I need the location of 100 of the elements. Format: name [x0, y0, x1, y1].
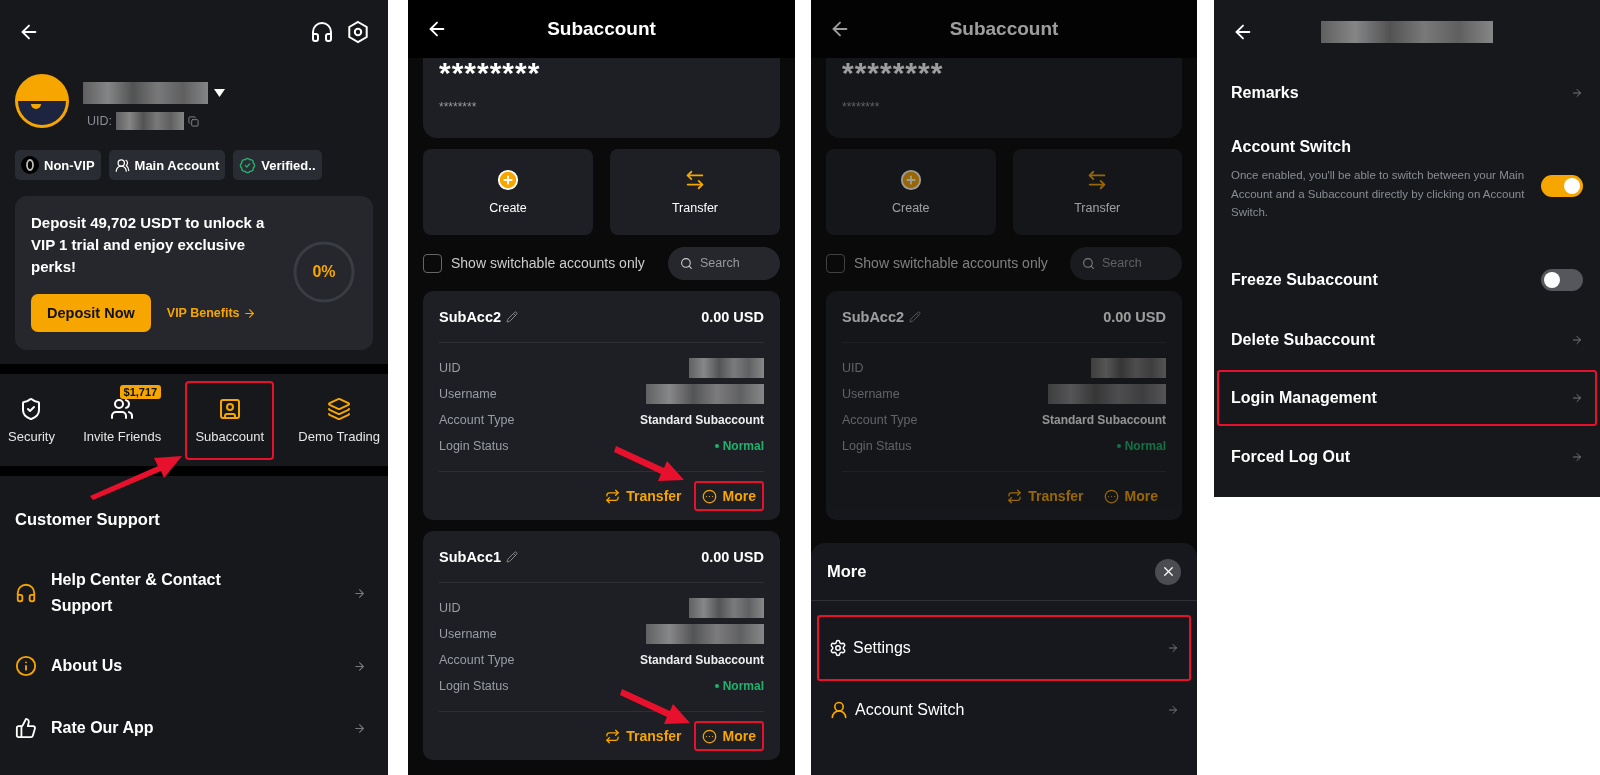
arrow-icon: [1571, 87, 1583, 99]
field-label: Username: [842, 387, 900, 401]
info-icon: [15, 655, 37, 677]
vip-level-icon: [21, 156, 39, 174]
swap-icon: [684, 169, 706, 191]
settings-button[interactable]: [346, 20, 370, 44]
field-label: UID: [439, 361, 461, 375]
sheet-title: More: [827, 562, 867, 581]
uid-label: UID:: [87, 114, 112, 128]
avatar: [15, 74, 69, 128]
sheet-menu-item[interactable]: Account Switch: [817, 681, 1191, 739]
toggle-switch[interactable]: [1541, 175, 1583, 197]
setting-label: Freeze Subaccount: [1231, 271, 1379, 289]
edit-icon[interactable]: [506, 310, 519, 323]
ellipsis-icon: [701, 488, 717, 504]
transfer-tile[interactable]: Transfer: [1012, 149, 1182, 235]
transfer-button[interactable]: Transfer: [999, 481, 1092, 511]
option-row[interactable]: Login Management: [1217, 370, 1597, 426]
create-tile[interactable]: Create: [826, 149, 996, 235]
setting-description: Once enabled, you'll be able to switch between your Main Account and a Subaccount directly by clicking on Account Switch.: [1231, 168, 1526, 220]
option-row[interactable]: Forced Log Out: [1217, 426, 1597, 488]
vip-benefits-link[interactable]: VIP Benefits: [166, 306, 240, 320]
field-label: Account Type: [439, 653, 515, 667]
more-button[interactable]: More: [693, 481, 764, 511]
option-row[interactable]: Delete Subaccount: [1217, 310, 1597, 370]
account-name: SubAcc2: [842, 308, 905, 325]
more-button[interactable]: More: [1095, 481, 1166, 511]
setting-label: Account Switch: [1231, 138, 1352, 156]
arrow-icon: [242, 306, 256, 320]
arrow-icon: [1167, 642, 1179, 654]
caret-icon: [214, 89, 225, 97]
arrow-icon: [353, 721, 366, 735]
field-label: Account Type: [439, 413, 515, 427]
field-label: UID: [439, 601, 461, 615]
masked-balance: ********: [842, 58, 945, 88]
search-field[interactable]: Search: [668, 246, 780, 280]
account-balance: 0.00 USD: [701, 308, 764, 325]
checkbox[interactable]: [423, 253, 442, 273]
transfer-button[interactable]: Transfer: [597, 721, 690, 751]
plus-icon: [899, 169, 922, 191]
status-value: Normal: [722, 679, 764, 693]
edit-icon[interactable]: [506, 550, 519, 563]
arrow-icon: [1167, 704, 1179, 716]
close-button[interactable]: [1155, 558, 1181, 585]
vip-message: Deposit 49,702 USDT to unlock a VIP 1 trial and enjoy exclusive perks!: [31, 213, 266, 277]
menu-item[interactable]: About Us: [0, 635, 388, 697]
menu-item[interactable]: Rate Our App: [0, 697, 388, 759]
shortcut-item[interactable]: Security: [4, 380, 59, 460]
support-button[interactable]: [310, 20, 334, 44]
create-tile[interactable]: Create: [423, 149, 593, 235]
shortcut-item[interactable]: $1,717 Invite Friends: [79, 380, 166, 460]
shortcut-item[interactable]: Subaccount: [185, 380, 275, 460]
status-dot: [714, 684, 719, 688]
edit-icon[interactable]: [909, 310, 922, 323]
sheet-menu-item[interactable]: Settings: [817, 615, 1191, 681]
checkbox-label: Show switchable accounts only: [451, 255, 646, 271]
arrow-icon: [353, 659, 366, 673]
field-value: Standard Subaccount: [640, 413, 764, 427]
arrow-icon: [1571, 334, 1583, 346]
checkbox[interactable]: [826, 253, 845, 273]
swap-icon: [605, 488, 621, 504]
shortcut-item[interactable]: Demo Trading: [294, 380, 384, 460]
account-name: SubAcc1: [439, 548, 502, 565]
chip-label: Verified..: [261, 157, 316, 173]
thumbs-up-icon: [15, 717, 37, 739]
status-value: Normal: [1124, 439, 1166, 453]
menu-item[interactable]: Help Center & Contact Support: [0, 551, 388, 635]
plus-icon: [497, 169, 519, 191]
arrow-icon: [353, 586, 366, 600]
headset-icon: [15, 582, 37, 604]
copy-icon[interactable]: [188, 115, 199, 127]
users-icon: [114, 157, 130, 173]
field-label: Login Status: [439, 439, 509, 453]
field-label: Username: [439, 387, 497, 401]
screen-title: Subaccount: [949, 18, 1059, 40]
search-icon: [680, 256, 693, 270]
masked-balance: ********: [439, 58, 542, 88]
chip-label: Non-VIP: [44, 157, 95, 173]
more-button[interactable]: More: [693, 721, 764, 751]
progress-value: 0%: [312, 263, 336, 281]
status-value: Normal: [722, 439, 764, 453]
arrow-icon: [1571, 451, 1583, 463]
invite-friends-icon: [110, 396, 135, 421]
screen-title: Subaccount: [547, 18, 656, 40]
arrow-icon: [1571, 392, 1583, 404]
subaccount-icon: [217, 396, 242, 421]
transfer-tile[interactable]: Transfer: [610, 149, 780, 235]
field-label: UID: [842, 361, 864, 375]
field-label: Username: [439, 627, 497, 641]
transfer-button[interactable]: Transfer: [597, 481, 690, 511]
toggle-switch[interactable]: [1541, 269, 1583, 291]
masked-subtext: ********: [439, 100, 478, 114]
field-label: Login Status: [439, 679, 509, 693]
status-dot: [714, 444, 719, 448]
gear-icon: [829, 639, 847, 657]
ellipsis-icon: [1103, 488, 1119, 504]
option-row[interactable]: Remarks: [1217, 64, 1597, 122]
deposit-button[interactable]: Deposit Now: [31, 294, 151, 332]
search-field[interactable]: Search: [1070, 246, 1182, 280]
reward-badge: $1,717: [119, 384, 162, 399]
